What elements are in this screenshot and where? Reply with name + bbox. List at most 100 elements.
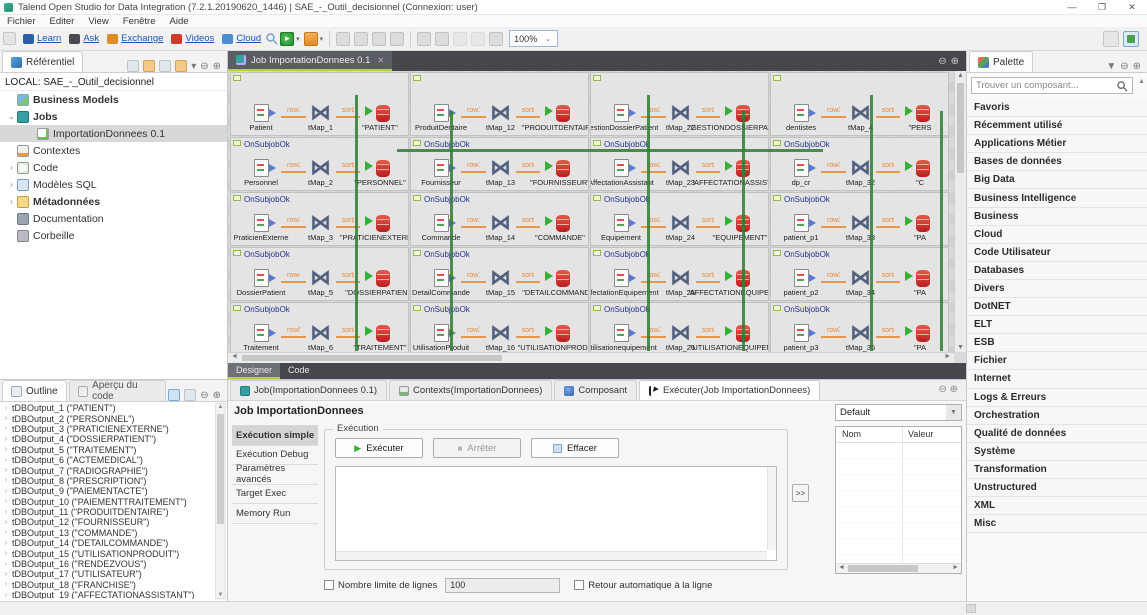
maximize-panel-icon[interactable]: ⊕ — [1133, 61, 1141, 72]
output-db-component-icon[interactable] — [376, 160, 390, 177]
scroll-up-icon[interactable]: ▲ — [955, 72, 966, 79]
tmap-component-icon[interactable]: ⋈ — [851, 159, 871, 177]
expander-icon[interactable]: › — [0, 509, 12, 516]
detect-connection-icon[interactable] — [304, 32, 318, 46]
tmap-component-icon[interactable]: ⋈ — [491, 159, 511, 177]
context-select[interactable]: Default ▼ — [835, 404, 962, 421]
outline-item[interactable]: › tDBOutput_7 ("RADIOGRAPHIE") — [0, 465, 215, 475]
subjob-collapse-icon[interactable] — [593, 305, 601, 311]
outline-item[interactable]: › tDBOutput_10 ("PAIEMENTTRAITEMENT") — [0, 497, 215, 507]
subjob[interactable]: OnSubjobOk patient_p3 row35 (Main) — [770, 302, 949, 352]
tmap-component-icon[interactable]: ⋈ — [851, 324, 871, 342]
tab-repository[interactable]: Référentiel — [2, 51, 83, 72]
palette-category[interactable]: Databases — [967, 262, 1147, 280]
subjob-collapse-icon[interactable] — [773, 250, 781, 256]
expander-icon[interactable]: › — [0, 405, 12, 412]
subjob-collapse-icon[interactable] — [773, 305, 781, 311]
expander-icon[interactable]: › — [0, 467, 12, 474]
expander-icon[interactable]: › — [0, 571, 12, 578]
outline-item[interactable]: › tDBOutput_14 ("DETAILCOMMANDE") — [0, 538, 215, 548]
search-icon[interactable] — [265, 32, 278, 45]
tree-item[interactable]: › Métadonnées — [0, 193, 227, 210]
subjob-collapse-icon[interactable] — [413, 140, 421, 146]
editor-mode-tab[interactable]: Code — [280, 363, 318, 379]
close-window-icon[interactable]: ✕ — [1117, 2, 1147, 13]
output-db-component-icon[interactable] — [916, 160, 930, 177]
subjob-collapse-icon[interactable] — [233, 75, 241, 81]
expander-icon[interactable]: › — [0, 446, 12, 453]
input-component-icon[interactable] — [614, 324, 629, 342]
palette-category[interactable]: Orchestration — [967, 407, 1147, 425]
tab-outline[interactable]: Outline — [2, 380, 67, 401]
tmap-component-icon[interactable]: ⋈ — [311, 104, 331, 122]
subjob[interactable]: dentistes row31 (Main) ⋈ tMap_4 — [770, 72, 949, 136]
expander-icon[interactable]: › — [0, 540, 12, 547]
bottom-tab[interactable]: Exécuter(Job ImportationDonnees) — [639, 380, 820, 400]
output-db-component-icon[interactable] — [376, 270, 390, 287]
subjob[interactable]: OnSubjobOk Commande row13 (Main) — [410, 192, 589, 246]
stop-button[interactable]: ■Arrêter — [433, 438, 521, 458]
input-component-icon[interactable] — [794, 214, 809, 232]
palette-category[interactable]: Favoris — [967, 99, 1147, 117]
output-db-component-icon[interactable] — [556, 270, 570, 287]
minimize-editor-icon[interactable]: ⊖ — [938, 56, 946, 67]
maximize-panel-icon[interactable]: ⊕ — [213, 390, 221, 401]
collapse-all-icon[interactable] — [127, 60, 139, 72]
subjob[interactable]: OnSubjobOk dp_cr row32 (Main) — [770, 137, 949, 191]
subjob-collapse-icon[interactable] — [413, 305, 421, 311]
subjob-collapse-icon[interactable] — [773, 140, 781, 146]
input-component-icon[interactable] — [434, 324, 449, 342]
toolbar-link[interactable]: Videos — [171, 33, 214, 44]
bottom-tab[interactable]: Composant — [554, 380, 637, 400]
input-component-icon[interactable] — [794, 159, 809, 177]
output-db-component-icon[interactable] — [376, 325, 390, 342]
subjob[interactable]: OnSubjobOk patient_p2 row34 (Main) — [770, 247, 949, 301]
output-db-component-icon[interactable] — [556, 215, 570, 232]
run-menu-item[interactable]: Exécution Debug — [232, 446, 318, 466]
palette-category[interactable]: Business — [967, 208, 1147, 226]
scroll-right-icon[interactable]: ► — [944, 353, 951, 360]
notification-icon[interactable] — [417, 32, 431, 46]
input-component-icon[interactable] — [254, 159, 269, 177]
tmap-component-icon[interactable]: ⋈ — [491, 324, 511, 342]
clear-button[interactable]: Effacer — [531, 438, 619, 458]
subjob-collapse-icon[interactable] — [413, 75, 421, 81]
input-component-icon[interactable] — [434, 104, 449, 122]
filter-settings-icon[interactable] — [175, 60, 187, 72]
canvas-vertical-scrollbar[interactable]: ▲ ▼ — [954, 71, 966, 352]
input-component-icon[interactable] — [254, 214, 269, 232]
expander-icon[interactable]: › — [0, 561, 12, 568]
tree-item[interactable]: ⌄ Jobs — [0, 108, 227, 125]
tmap-component-icon[interactable]: ⋈ — [671, 159, 691, 177]
tmap-component-icon[interactable]: ⋈ — [851, 104, 871, 122]
input-component-icon[interactable] — [254, 269, 269, 287]
editor-mode-tab[interactable]: Designer — [228, 363, 280, 379]
expander-icon[interactable]: › — [0, 415, 12, 422]
run-menu-item[interactable]: Exécution simple — [232, 426, 318, 446]
refresh-icon[interactable] — [159, 60, 171, 72]
tmap-component-icon[interactable]: ⋈ — [671, 269, 691, 287]
palette-category[interactable]: Logs & Erreurs — [967, 389, 1147, 407]
bottom-tab[interactable]: Contexts(ImportationDonnees) — [389, 380, 552, 400]
outline-item[interactable]: › tDBOutput_9 ("PAIEMENTACTE") — [0, 486, 215, 496]
console-vertical-scrollbar[interactable] — [767, 467, 776, 550]
input-component-icon[interactable] — [614, 104, 629, 122]
maximize-editor-icon[interactable]: ⊕ — [951, 56, 959, 67]
repository-root[interactable]: LOCAL: SAE_-_Outil_decisionnel — [0, 74, 227, 91]
outline-item[interactable]: › tDBOutput_2 ("PERSONNEL") — [0, 413, 215, 423]
input-component-icon[interactable] — [434, 159, 449, 177]
close-tab-icon[interactable]: ✕ — [377, 56, 384, 65]
subjob-collapse-icon[interactable] — [773, 195, 781, 201]
subjob[interactable]: OnSubjobOk Fournisseur row12 (Main) — [410, 137, 589, 191]
subjob-collapse-icon[interactable] — [593, 75, 601, 81]
palette-category[interactable]: Système — [967, 443, 1147, 461]
subjob-collapse-icon[interactable] — [413, 250, 421, 256]
tree-item[interactable]: › Modèles SQL — [0, 176, 227, 193]
toolbar-link[interactable]: Exchange — [107, 33, 163, 44]
execution-console[interactable] — [335, 466, 777, 561]
export-items-icon[interactable] — [372, 32, 386, 46]
scroll-left-icon[interactable]: ◄ — [231, 353, 238, 360]
palette-category[interactable]: ESB — [967, 334, 1147, 352]
input-component-icon[interactable] — [794, 104, 809, 122]
tmap-component-icon[interactable]: ⋈ — [491, 214, 511, 232]
